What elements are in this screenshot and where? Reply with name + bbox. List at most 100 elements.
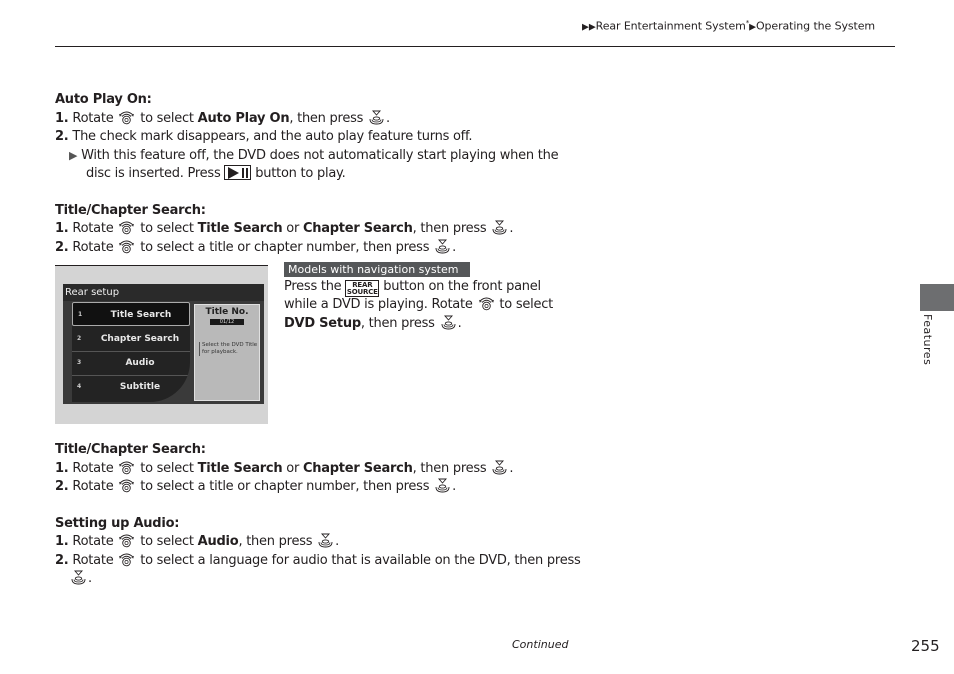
interface-dial-rotate-icon bbox=[118, 220, 135, 235]
info-title: Title No. bbox=[205, 307, 249, 317]
period: . bbox=[88, 571, 92, 586]
screen-menu-item-audio: 3 Audio bbox=[72, 351, 190, 376]
interface-dial-press-icon bbox=[434, 478, 451, 493]
step-number: 1. bbox=[55, 534, 69, 549]
breadcrumb: ▶▶Rear Entertainment System*▶Operating t… bbox=[582, 19, 875, 33]
step-item: 1. Rotate to select Audio, then press . bbox=[55, 533, 339, 551]
step-text: to select bbox=[140, 534, 194, 549]
menu-item-number: 1 bbox=[78, 311, 83, 318]
interface-dial-press-icon bbox=[491, 460, 508, 475]
breadcrumb-item[interactable]: Operating the System bbox=[756, 20, 875, 33]
step-item-continuation: . bbox=[69, 570, 92, 588]
menu-option-name: Auto Play On bbox=[197, 111, 290, 126]
step-text: to select a title or chapter number, the… bbox=[140, 479, 430, 494]
rear-source-button-icon: REAR SOURCE bbox=[345, 280, 380, 297]
continued-label: Continued bbox=[512, 638, 569, 651]
period: . bbox=[509, 221, 514, 236]
step-text: to select a title or chapter number, the… bbox=[140, 240, 430, 255]
interface-dial-rotate-icon bbox=[478, 296, 495, 311]
section-tab-label: Features bbox=[921, 314, 934, 366]
period: . bbox=[452, 240, 457, 255]
step-text: Rotate bbox=[72, 111, 114, 126]
step-item: 1. Rotate to select Title Search or Chap… bbox=[55, 460, 513, 478]
menu-item-label: Subtitle bbox=[119, 382, 161, 392]
step-text: or bbox=[286, 221, 300, 236]
section-heading: Auto Play On: bbox=[55, 92, 152, 107]
note-item: ▶ With this feature off, the DVD does no… bbox=[69, 147, 559, 165]
page-number: 255 bbox=[911, 637, 940, 655]
step-text: to select a language for audio that is a… bbox=[140, 553, 581, 568]
step-text: Rotate bbox=[72, 221, 114, 236]
menu-option-name: Chapter Search bbox=[302, 221, 413, 236]
step-text: to select bbox=[140, 111, 194, 126]
note-text: button on the front panel bbox=[383, 279, 541, 294]
interface-dial-press-icon bbox=[368, 110, 385, 125]
nav-note-line: Press the REAR SOURCE button on the front… bbox=[284, 278, 541, 297]
play-pause-button-icon bbox=[224, 165, 252, 180]
step-text: Rotate bbox=[72, 479, 114, 494]
section-heading: Setting up Audio: bbox=[55, 516, 180, 531]
interface-dial-rotate-icon bbox=[118, 239, 135, 254]
step-number: 2. bbox=[55, 129, 69, 144]
note-text: to select bbox=[499, 297, 553, 312]
interface-dial-press-icon bbox=[491, 220, 508, 235]
menu-option-name: DVD Setup bbox=[284, 316, 361, 331]
step-text: or bbox=[286, 461, 300, 476]
menu-option-name: Title Search bbox=[197, 461, 283, 476]
step-text: , then press bbox=[412, 461, 487, 476]
step-text: , then press bbox=[289, 111, 364, 126]
interface-dial-press-icon bbox=[434, 239, 451, 254]
double-arrow-icon: ▶▶ bbox=[582, 22, 596, 33]
step-number: 2. bbox=[55, 479, 69, 494]
menu-option-name: Audio bbox=[197, 534, 239, 549]
step-item: 1. Rotate to select Auto Play On, then p… bbox=[55, 110, 390, 128]
screen-menu-item-title-search: 1 Title Search bbox=[72, 302, 190, 326]
note-text: disc is inserted. Press bbox=[86, 166, 221, 181]
note-text: button to play. bbox=[255, 166, 346, 181]
interface-dial-press-icon bbox=[440, 315, 457, 330]
image-border bbox=[55, 265, 268, 266]
interface-dial-rotate-icon bbox=[118, 533, 135, 548]
screen-menu: 1 Title Search 2 Chapter Search 3 Audio … bbox=[72, 302, 190, 402]
menu-item-number: 2 bbox=[77, 335, 82, 342]
section-heading: Title/Chapter Search: bbox=[55, 442, 206, 457]
period: . bbox=[452, 479, 457, 494]
note-text: while a DVD is playing. Rotate bbox=[284, 297, 473, 312]
note-arrow-icon: ▶ bbox=[69, 149, 78, 162]
breadcrumb-item[interactable]: Rear Entertainment System bbox=[596, 20, 746, 33]
step-number: 2. bbox=[55, 553, 69, 568]
header-divider bbox=[55, 46, 895, 47]
step-text: Rotate bbox=[72, 240, 114, 255]
nav-note-line: while a DVD is playing. Rotate to select bbox=[284, 296, 553, 314]
period: . bbox=[335, 534, 340, 549]
step-item: 1. Rotate to select Title Search or Chap… bbox=[55, 220, 513, 238]
menu-option-name: Chapter Search bbox=[302, 461, 413, 476]
menu-item-number: 3 bbox=[77, 359, 82, 366]
step-text: Rotate bbox=[72, 534, 114, 549]
period: . bbox=[509, 461, 514, 476]
screen-info-panel: Title No. 01/12 Select the DVD Title for… bbox=[194, 304, 260, 401]
models-badge: Models with navigation system bbox=[284, 262, 470, 277]
step-text: Rotate bbox=[72, 461, 114, 476]
step-text: The check mark disappears, and the auto … bbox=[72, 129, 473, 144]
arrow-icon: ▶ bbox=[749, 22, 756, 33]
interface-dial-rotate-icon bbox=[118, 552, 135, 567]
step-item: 2. Rotate to select a title or chapter n… bbox=[55, 239, 456, 257]
step-text: to select bbox=[140, 221, 194, 236]
interface-dial-rotate-icon bbox=[118, 110, 135, 125]
menu-item-number: 4 bbox=[77, 383, 82, 390]
section-tab-marker[interactable] bbox=[920, 284, 954, 311]
screen-menu-item-chapter-search: 2 Chapter Search bbox=[72, 327, 190, 352]
screen-title: Rear setup bbox=[63, 284, 264, 301]
menu-option-name: Title Search bbox=[197, 221, 283, 236]
nav-note-line: DVD Setup, then press . bbox=[284, 315, 462, 333]
step-item: 2. Rotate to select a title or chapter n… bbox=[55, 478, 456, 496]
step-number: 1. bbox=[55, 111, 69, 126]
note-text: , then press bbox=[360, 316, 435, 331]
interface-dial-rotate-icon bbox=[118, 478, 135, 493]
note-item: disc is inserted. Press button to play. bbox=[86, 165, 346, 183]
step-text: Rotate bbox=[72, 553, 114, 568]
info-value: 01/12 bbox=[210, 319, 244, 325]
step-item: 2. The check mark disappears, and the au… bbox=[55, 128, 473, 146]
menu-item-label: Audio bbox=[125, 358, 155, 368]
